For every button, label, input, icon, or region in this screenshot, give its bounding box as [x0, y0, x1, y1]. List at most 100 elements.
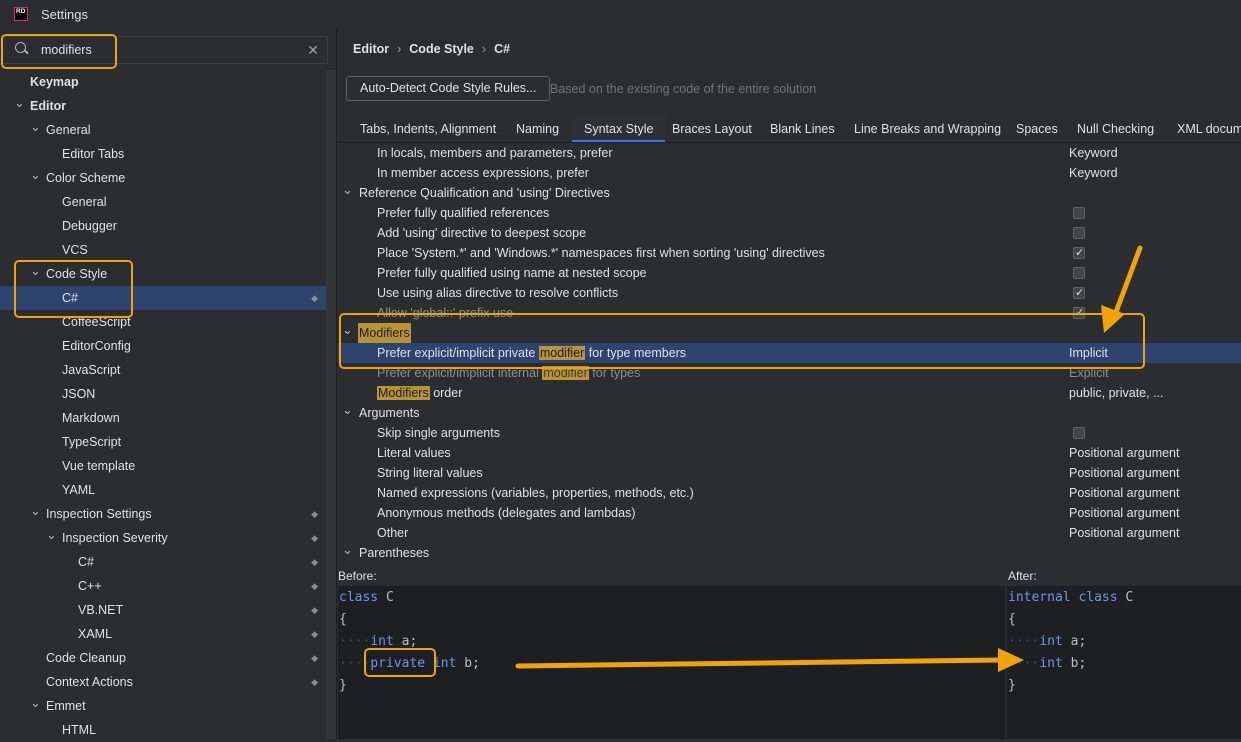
option-row[interactable]: String literal values Positional argument [338, 463, 1241, 483]
auto-detect-button[interactable]: Auto-Detect Code Style Rules... [346, 76, 551, 101]
tab-blank-lines[interactable]: Blank Lines [770, 116, 835, 142]
sidebar-item[interactable]: ⌄ Inspection Severity ◆ [0, 526, 326, 550]
option-label: Named expressions (variables, properties… [377, 486, 694, 500]
option-row[interactable]: In locals, members and parameters, prefe… [338, 143, 1241, 163]
option-row[interactable]: Prefer fully qualified using name at nes… [338, 263, 1241, 283]
option-row[interactable]: Use using alias directive to resolve con… [338, 283, 1241, 303]
option-checkbox[interactable] [1073, 427, 1085, 439]
code-token: } [339, 678, 347, 693]
option-label: In locals, members and parameters, prefe… [377, 146, 613, 160]
sidebar-item[interactable]: Context Actions ◆ [0, 670, 326, 694]
option-value[interactable]: Keyword [1069, 163, 1118, 183]
sidebar-item[interactable]: EditorConfig [0, 334, 326, 358]
tab-braces-layout[interactable]: Braces Layout [672, 116, 752, 142]
breadcrumb-item[interactable]: Editor [353, 42, 389, 56]
sidebar-item[interactable]: Markdown [0, 406, 326, 430]
tab-xml-docum[interactable]: XML docum [1177, 116, 1241, 142]
chevron-down-icon[interactable]: ⌄ [14, 91, 25, 115]
tab-line-breaks-and-wrapping[interactable]: Line Breaks and Wrapping [854, 116, 1001, 142]
code-token: a; [393, 634, 418, 649]
code-keyword: internal [1008, 590, 1071, 605]
sidebar-item[interactable]: XAML ◆ [0, 622, 326, 646]
option-row[interactable]: Skip single arguments [338, 423, 1241, 443]
sidebar-item[interactable]: TypeScript [0, 430, 326, 454]
breadcrumb-item[interactable]: Code Style [409, 42, 474, 56]
code-token: ···· [1008, 656, 1040, 671]
sidebar-item[interactable]: JSON [0, 382, 326, 406]
sidebar-item[interactable]: General [0, 190, 326, 214]
sidebar-item[interactable]: Editor Tabs [0, 142, 326, 166]
code-token: C [378, 590, 394, 605]
sidebar-item[interactable]: ⌄ Editor [0, 94, 326, 118]
sidebar-item[interactable]: ⌄ Color Scheme [0, 166, 326, 190]
tab-spaces[interactable]: Spaces [1016, 116, 1058, 142]
sidebar-item-label: Vue template [62, 459, 136, 473]
option-group[interactable]: ⌄ Parentheses [338, 540, 1241, 561]
sidebar-item[interactable]: ⌄ Emmet [0, 694, 326, 718]
sidebar-item[interactable]: VCS [0, 238, 326, 262]
option-checkbox[interactable] [1073, 243, 1085, 263]
option-group[interactable]: ⌄ Reference Qualification and 'using' Dir… [338, 180, 1241, 203]
option-checkbox[interactable] [1073, 267, 1085, 279]
sidebar-item[interactable]: Code Cleanup ◆ [0, 646, 326, 670]
option-value[interactable]: Positional argument [1069, 483, 1179, 503]
sidebar-item[interactable]: C# ◆ [0, 550, 326, 574]
code-line: ····int a; [338, 631, 1005, 653]
sidebar-item[interactable]: Debugger [0, 214, 326, 238]
chevron-down-icon[interactable]: ⌄ [342, 540, 353, 560]
option-label: In member access expressions, prefer [377, 166, 589, 180]
preview-before-label: Before: [338, 569, 377, 583]
code-preview: Before: After: class C{····int a; ····pri… [338, 566, 1241, 739]
sidebar-item[interactable]: YAML [0, 478, 326, 502]
option-checkbox[interactable] [1073, 207, 1085, 219]
option-value[interactable]: Positional argument [1069, 463, 1179, 483]
sidebar-item[interactable]: ⌄ General [0, 118, 326, 142]
chevron-down-icon[interactable]: ⌄ [30, 163, 41, 187]
option-value[interactable]: Keyword [1069, 143, 1118, 163]
option-row[interactable]: Place 'System.*' and 'Windows.*' namespa… [338, 243, 1241, 263]
option-row[interactable]: Named expressions (variables, properties… [338, 483, 1241, 503]
tab-tabs-indents-alignment[interactable]: Tabs, Indents, Alignment [360, 116, 496, 142]
sidebar-scrollbar[interactable] [326, 70, 336, 739]
sidebar-item[interactable]: VB.NET ◆ [0, 598, 326, 622]
code-line: internal class C [1007, 587, 1241, 609]
sidebar-item[interactable]: HTML [0, 718, 326, 742]
option-group[interactable]: ⌄ Arguments [338, 400, 1241, 423]
option-row[interactable]: Literal values Positional argument [338, 443, 1241, 463]
option-value[interactable]: Positional argument [1069, 443, 1179, 463]
sidebar-item-label: Editor Tabs [62, 147, 125, 161]
clear-search-icon[interactable]: ✕ [307, 42, 319, 59]
chevron-down-icon[interactable]: ⌄ [30, 115, 41, 139]
option-value[interactable]: Positional argument [1069, 503, 1179, 523]
code-line: ····private int b; [338, 653, 1005, 675]
option-row[interactable]: Other Positional argument [338, 523, 1241, 543]
chevron-down-icon[interactable]: ⌄ [342, 180, 353, 200]
preview-after-label: After: [1008, 569, 1037, 583]
option-label: Prefer fully qualified using name at nes… [377, 266, 647, 280]
option-row[interactable]: Add 'using' directive to deepest scope [338, 223, 1241, 243]
solution-layer-icon: ◆ [311, 629, 318, 639]
code-line: } [338, 675, 1005, 697]
sidebar-item[interactable]: C++ ◆ [0, 574, 326, 598]
tab-naming[interactable]: Naming [516, 116, 559, 142]
option-row[interactable]: Anonymous methods (delegates and lambdas… [338, 503, 1241, 523]
sidebar-item[interactable]: Keymap [0, 70, 326, 94]
code-token: ···· [339, 634, 371, 649]
sidebar-item[interactable]: JavaScript [0, 358, 326, 382]
tab-syntax-style[interactable]: Syntax Style [572, 116, 666, 142]
chevron-down-icon[interactable]: ⌄ [46, 523, 57, 547]
option-value[interactable]: Positional argument [1069, 523, 1179, 543]
option-checkbox[interactable] [1073, 227, 1085, 239]
option-row[interactable]: In member access expressions, prefer Keyw… [338, 163, 1241, 183]
chevron-down-icon[interactable]: ⌄ [30, 691, 41, 715]
option-value[interactable]: public, private, ... [1069, 383, 1164, 403]
option-label: Use using alias directive to resolve con… [377, 286, 619, 300]
sidebar-item[interactable]: Vue template [0, 454, 326, 478]
option-checkbox[interactable] [1073, 283, 1085, 303]
option-row[interactable]: Prefer fully qualified references [338, 203, 1241, 223]
tab-null-checking[interactable]: Null Checking [1077, 116, 1154, 142]
code-token: b; [1062, 656, 1087, 671]
chevron-down-icon[interactable]: ⌄ [30, 499, 41, 523]
option-row[interactable]: Modifiers order public, private, ... [338, 383, 1241, 403]
chevron-down-icon[interactable]: ⌄ [342, 400, 353, 420]
